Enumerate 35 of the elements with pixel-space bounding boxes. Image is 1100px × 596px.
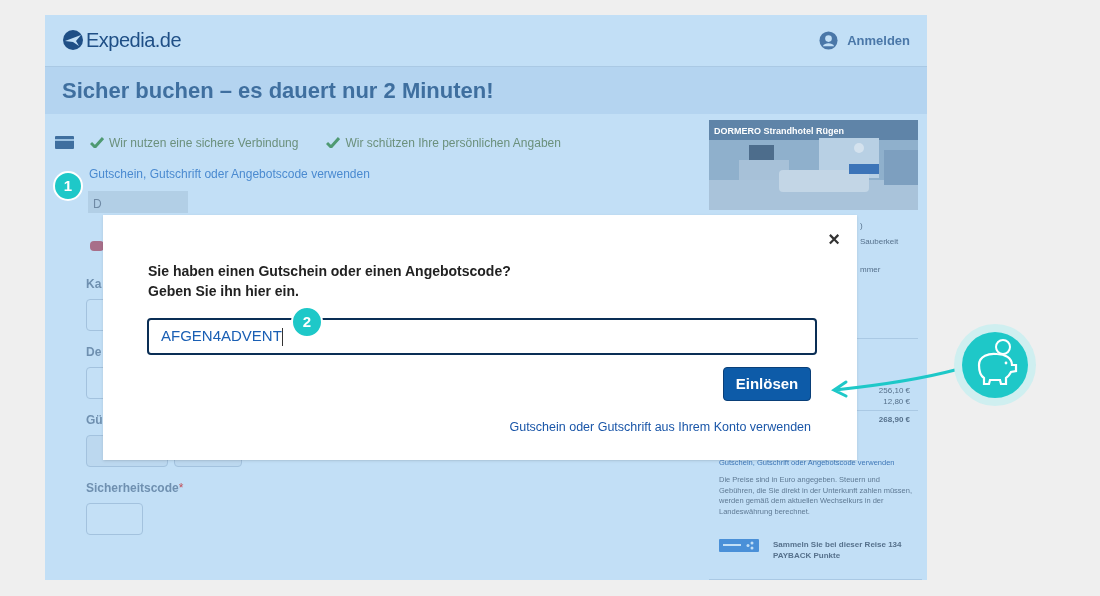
page-title: Sicher buchen – es dauert nur 2 Minuten! (62, 76, 494, 105)
logo-text: Expedia.de (86, 28, 182, 54)
dialog-heading: Geben Sie ihn hier ein. (148, 282, 300, 301)
summary-text: ) (860, 219, 863, 232)
payback-text: Sammeln Sie bei dieser Reise 134 PAYBACK Punkte (773, 539, 903, 561)
card-logo-icon (90, 240, 104, 251)
signin-button[interactable]: Anmelden (819, 30, 910, 51)
payback-logo-icon (719, 539, 759, 552)
globe-plane-icon (62, 29, 84, 52)
field-label: Sicherheitscode (86, 479, 179, 497)
input-field[interactable] (86, 502, 143, 535)
price-amount: 12,80 € (883, 395, 910, 407)
step-badge: 1 (53, 171, 83, 201)
redeem-button[interactable]: Einlösen (723, 367, 811, 401)
code-value: AFGEN4ADVENT (161, 326, 282, 347)
step-badge: 2 (291, 306, 323, 338)
total-price: 268,90 € (878, 413, 910, 426)
check-icon (90, 137, 104, 149)
user-icon (819, 30, 839, 50)
summary-text: mmer (860, 263, 881, 276)
field-label: De (86, 343, 102, 361)
check-icon (326, 137, 341, 149)
credit-card-icon (55, 136, 74, 150)
field-label: Gü (86, 411, 103, 429)
dialog-heading: Sie haben einen Gutschein oder einen Angebotscode? (148, 262, 512, 281)
required-mark: * (178, 479, 184, 497)
trust-text: Wir nutzen eine sichere Verbindung (109, 134, 299, 152)
account-voucher-link[interactable]: Gutschein oder Gutschrift aus Ihrem Konto verwenden (509, 418, 811, 437)
trust-text: Wir schützen Ihre persönlichen Angaben (345, 134, 561, 152)
close-button[interactable]: × (828, 229, 840, 249)
summary-text: Sauberkeit (860, 235, 899, 248)
piggy-bank-icon (953, 323, 1037, 407)
field-label: Ka (86, 275, 102, 293)
price-amount: 256,10 € (878, 384, 910, 396)
hotel-name: DORMERO Strandhotel Rügen (714, 124, 844, 138)
